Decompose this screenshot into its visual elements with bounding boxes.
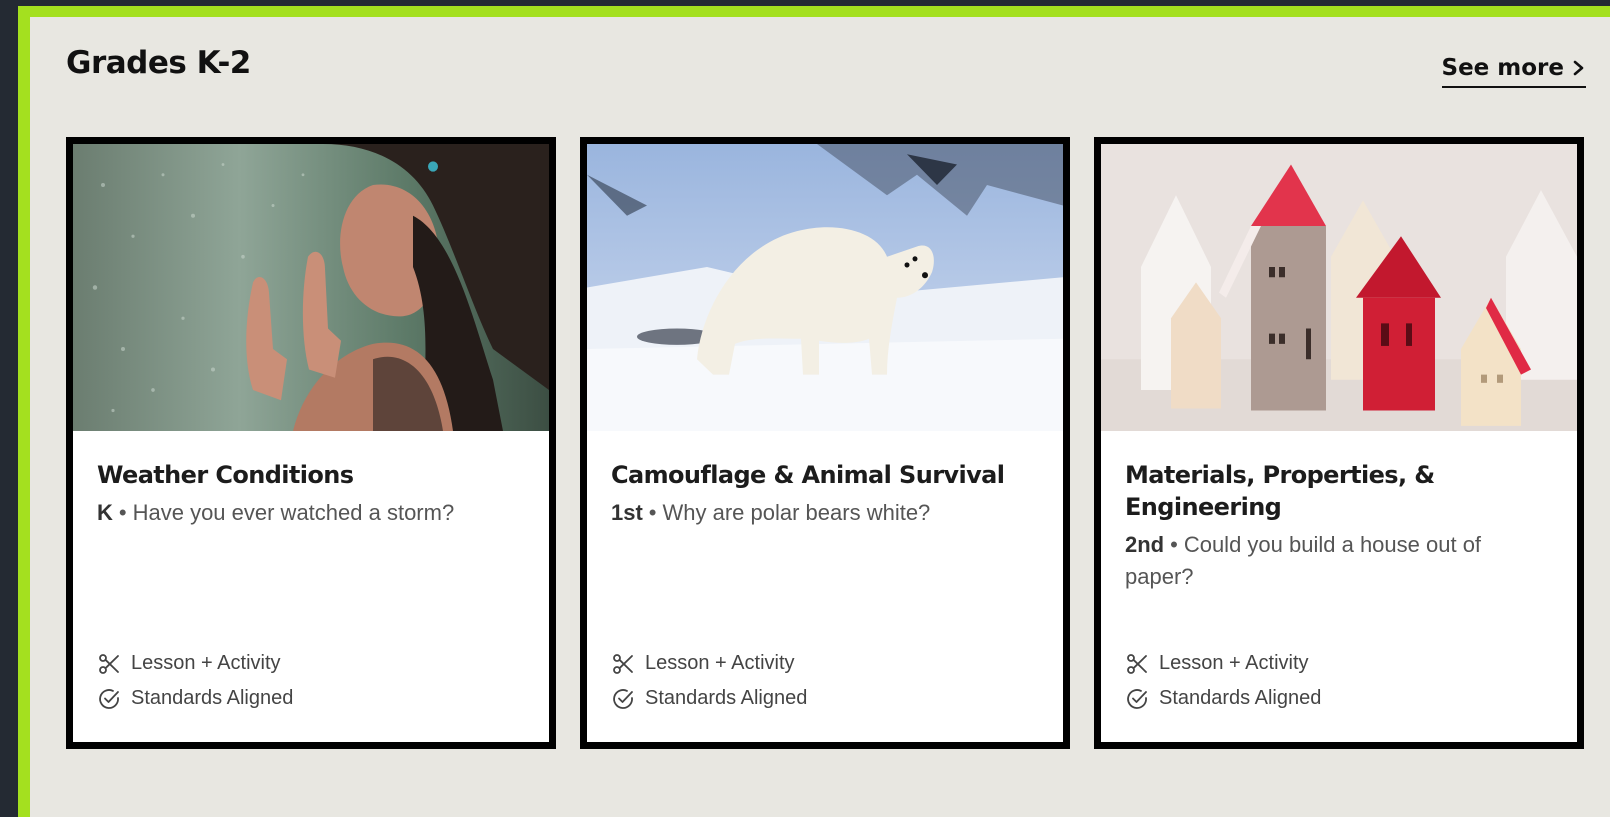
lesson-card-camouflage-animal-survival[interactable]: Camouflage & Animal Survival 1st • Why are… <box>580 137 1070 749</box>
card-description: 2nd • Could you build a house out of paper… <box>1125 529 1553 593</box>
card-question: Have you ever watched a storm? <box>132 500 455 525</box>
scissors-icon <box>613 653 633 674</box>
feature-standards-aligned: Standards Aligned <box>1125 681 1321 716</box>
scissors-icon <box>1127 653 1147 674</box>
see-more-link[interactable]: See more <box>1441 55 1586 88</box>
feature-label: Standards Aligned <box>645 687 808 709</box>
card-question: Could you build a house out of paper? <box>1125 532 1482 589</box>
separator-dot: • <box>648 500 657 525</box>
grade-level: 1st <box>611 500 643 525</box>
section-title: Grades K-2 <box>66 45 251 81</box>
card-title: Materials, Properties, & Engineering <box>1125 461 1435 521</box>
grade-level: 2nd <box>1125 532 1165 557</box>
feature-label: Lesson + Activity <box>131 652 281 674</box>
feature-label: Standards Aligned <box>131 687 294 709</box>
check-circle-icon <box>99 688 119 709</box>
card-question: Why are polar bears white? <box>662 500 931 525</box>
grades-section-panel: Grades K-2 See more Weather Conditions K… <box>18 6 1610 817</box>
feature-lesson-activity: Lesson + Activity <box>611 646 807 681</box>
card-features: Lesson + Activity Standards Aligned <box>1125 646 1321 716</box>
card-title: Weather Conditions <box>97 461 354 489</box>
separator-dot: • <box>118 500 127 525</box>
check-circle-icon <box>613 688 633 709</box>
feature-lesson-activity: Lesson + Activity <box>97 646 293 681</box>
lesson-card-weather-conditions[interactable]: Weather Conditions K • Have you ever watch… <box>66 137 556 749</box>
chevron-right-icon <box>1573 60 1584 76</box>
card-body: Weather Conditions K • Have you ever watch… <box>73 431 549 742</box>
separator-dot: • <box>1170 532 1178 557</box>
check-circle-icon <box>1127 688 1147 709</box>
card-features: Lesson + Activity Standards Aligned <box>97 646 293 716</box>
feature-standards-aligned: Standards Aligned <box>611 681 807 716</box>
feature-standards-aligned: Standards Aligned <box>97 681 293 716</box>
card-title: Camouflage & Animal Survival <box>611 461 1005 489</box>
feature-label: Lesson + Activity <box>645 652 795 674</box>
lesson-card-materials-properties-engineering[interactable]: Materials, Properties, & Engineering 2nd… <box>1094 137 1584 749</box>
card-image-paper-houses <box>1101 144 1577 431</box>
card-description: 1st • Why are polar bears white? <box>611 497 1039 529</box>
see-more-label: See more <box>1441 55 1564 81</box>
feature-label: Standards Aligned <box>1159 687 1322 709</box>
feature-lesson-activity: Lesson + Activity <box>1125 646 1321 681</box>
feature-label: Lesson + Activity <box>1159 652 1309 674</box>
section-content: Grades K-2 See more Weather Conditions K… <box>30 17 1610 817</box>
card-description: K • Have you ever watched a storm? <box>97 497 525 529</box>
card-features: Lesson + Activity Standards Aligned <box>611 646 807 716</box>
card-image-polar-bear-on-snow <box>587 144 1063 431</box>
scissors-icon <box>99 653 119 674</box>
lesson-cards: Weather Conditions K • Have you ever watch… <box>66 137 1584 749</box>
card-image-girl-at-rainy-window <box>73 144 549 431</box>
grade-level: K <box>97 500 113 525</box>
card-body: Materials, Properties, & Engineering 2nd… <box>1101 431 1577 742</box>
card-body: Camouflage & Animal Survival 1st • Why are… <box>587 431 1063 742</box>
